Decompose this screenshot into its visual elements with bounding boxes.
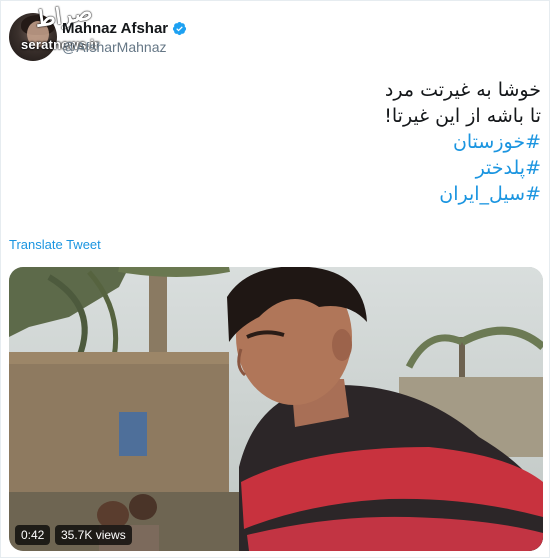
video-duration: 0:42 [15, 525, 51, 545]
hashtag-link[interactable]: #خوزستان [41, 129, 541, 155]
video-frame [9, 267, 543, 551]
author-name-row[interactable]: Mahnaz Afshar [62, 20, 187, 37]
author-name[interactable]: Mahnaz Afshar [62, 20, 168, 37]
tweet-text: خوشا به غیرتت مرد تا باشه از این غیرتا! … [41, 77, 541, 207]
tweet-line: تا باشه از این غیرتا! [384, 105, 541, 127]
translate-tweet-link[interactable]: Translate Tweet [9, 237, 101, 252]
tweet-card: ﺻﺮﺍﻁ seratnews.ir Mahnaz Afshar @AfsharM… [0, 0, 550, 558]
video-view-count: 35.7K views [55, 525, 132, 545]
video-player[interactable]: 0:42 35.7K views [9, 267, 543, 551]
tweet-line: خوشا به غیرتت مرد [384, 79, 541, 101]
hashtag-link[interactable]: #پلدختر [41, 155, 541, 181]
author-handle[interactable]: @AfsharMahnaz [62, 39, 166, 55]
verified-badge-icon [173, 21, 187, 36]
avatar[interactable] [9, 13, 57, 61]
hashtag-link[interactable]: #سیل_ایران [41, 181, 541, 207]
